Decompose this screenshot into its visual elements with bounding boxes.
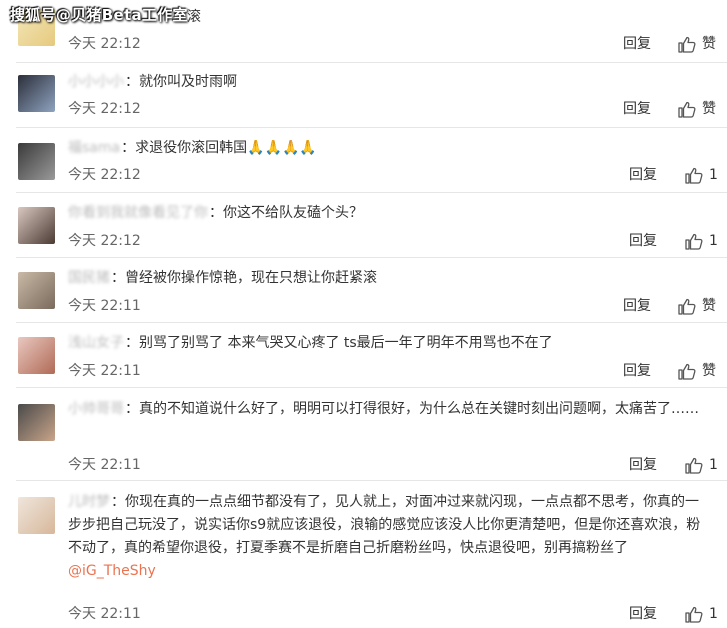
comment-time: 今天 22:11 bbox=[68, 606, 141, 622]
like-button[interactable]: 赞 bbox=[678, 99, 716, 119]
comment-body: ：你这不给队友磕个头？ bbox=[209, 205, 363, 221]
avatar[interactable] bbox=[18, 497, 55, 534]
comment-time: 今天 22:12 bbox=[68, 167, 141, 183]
avatar[interactable] bbox=[18, 272, 55, 309]
thumbs-up-icon bbox=[685, 233, 703, 250]
avatar[interactable] bbox=[18, 207, 55, 244]
like-button[interactable]: 1 bbox=[685, 231, 718, 251]
username-link[interactable]: 小帅哥哥 bbox=[68, 398, 124, 421]
comment-item: 小帅哥哥：真的不知道说什么好了，明明可以打得很好，为什么总在关键时刻出问题啊，太… bbox=[0, 388, 727, 478]
comment-text: 小帅哥哥：真的不知道说什么好了，明明可以打得很好，为什么总在关键时刻出问题啊，太… bbox=[68, 398, 707, 421]
comment-time: 今天 22:11 bbox=[68, 457, 141, 473]
comment-time: 今天 22:12 bbox=[68, 233, 141, 249]
comment-body: ：曾经被你操作惊艳，现在只想让你赶紧滚 bbox=[111, 270, 377, 286]
username-link[interactable]: 你看到我就像看见了你 bbox=[68, 202, 208, 225]
username-link[interactable]: 儿时梦 bbox=[68, 491, 110, 514]
reply-button[interactable]: 回复 bbox=[629, 604, 657, 624]
comment-text: 浅山女子：别骂了别骂了 本来气哭又心疼了 ts最后一年了明年不用骂也不在了 bbox=[68, 332, 707, 355]
username-link[interactable]: 浅山女子 bbox=[68, 332, 124, 355]
avatar[interactable] bbox=[18, 143, 55, 180]
comment-body: ：就你叫及时雨啊 bbox=[125, 74, 237, 90]
thumbs-up-icon bbox=[685, 457, 703, 474]
like-count: 1 bbox=[709, 233, 718, 249]
thumbs-up-icon bbox=[678, 101, 696, 118]
thumbs-up-icon bbox=[678, 363, 696, 380]
comment-time: 今天 22:12 bbox=[68, 101, 141, 117]
reply-button[interactable]: 回复 bbox=[623, 34, 651, 54]
reply-button[interactable]: 回复 bbox=[629, 165, 657, 185]
comment-body: ：别骂了别骂了 本来气哭又心疼了 ts最后一年了明年不用骂也不在了 bbox=[125, 335, 553, 351]
like-button[interactable]: 赞 bbox=[678, 296, 716, 316]
like-button[interactable]: 1 bbox=[685, 165, 718, 185]
avatar[interactable] bbox=[18, 337, 55, 374]
reply-button[interactable]: 回复 bbox=[629, 231, 657, 251]
avatar[interactable] bbox=[18, 404, 55, 441]
comment-body: ：你现在真的一点点细节都没有了，见人就上，对面冲过来就闪现，一点点都不思考，你真… bbox=[68, 494, 701, 556]
comment-time: 今天 22:11 bbox=[68, 363, 141, 379]
like-count: 1 bbox=[709, 457, 718, 473]
username-link[interactable]: 国民猪 bbox=[68, 267, 110, 290]
comment-text: 儿时梦：你现在真的一点点细节都没有了，见人就上，对面冲过来就闪现，一点点都不思考… bbox=[68, 491, 707, 583]
comment-text: 国民猪：曾经被你操作惊艳，现在只想让你赶紧滚 bbox=[68, 267, 707, 290]
comment-body: ：求退役你滚回韩国🙏🙏🙏🙏 bbox=[121, 140, 317, 156]
thumbs-up-icon bbox=[678, 36, 696, 53]
comment-item: 浅山女子：别骂了别骂了 本来气哭又心疼了 ts最后一年了明年不用骂也不在了 今天… bbox=[0, 323, 727, 387]
comment-time: 今天 22:11 bbox=[68, 298, 141, 314]
like-button[interactable]: 赞 bbox=[678, 361, 716, 381]
comment-time: 今天 22:12 bbox=[68, 36, 141, 52]
like-label: 赞 bbox=[702, 363, 716, 379]
like-button[interactable]: 1 bbox=[685, 455, 718, 475]
comment-text: 小小小小：就你叫及时雨啊 bbox=[68, 71, 707, 94]
like-count: 1 bbox=[709, 606, 718, 622]
mention-link[interactable]: @iG_TheShy bbox=[68, 563, 156, 579]
thumbs-up-icon bbox=[685, 606, 703, 623]
reply-button[interactable]: 回复 bbox=[623, 296, 651, 316]
like-button[interactable]: 赞 bbox=[678, 34, 716, 54]
comment-text: 你看到我就像看见了你：你这不给队友磕个头？ bbox=[68, 202, 707, 225]
like-count: 1 bbox=[709, 167, 718, 183]
like-label: 赞 bbox=[702, 36, 716, 52]
thumbs-up-icon bbox=[685, 167, 703, 184]
username-link[interactable]: 福sama bbox=[68, 137, 120, 160]
comment-item: 福sama：求退役你滚回韩国🙏🙏🙏🙏 今天 22:12 回复 1 bbox=[0, 128, 727, 192]
comment-item: 儿时梦：你现在真的一点点细节都没有了，见人就上，对面冲过来就闪现，一点点都不思考… bbox=[0, 481, 727, 628]
reply-button[interactable]: 回复 bbox=[623, 99, 651, 119]
comment-text: 福sama：求退役你滚回韩国🙏🙏🙏🙏 bbox=[68, 137, 707, 160]
avatar[interactable] bbox=[18, 75, 55, 112]
comment-body: ：真的不知道说什么好了，明明可以打得很好，为什么总在关键时刻出问题啊，太痛苦了…… bbox=[125, 401, 699, 417]
thumbs-up-icon bbox=[678, 298, 696, 315]
comment-item: 你看到我就像看见了你：你这不给队友磕个头？ 今天 22:12 回复 1 bbox=[0, 193, 727, 257]
username-link[interactable]: 小小小小 bbox=[68, 71, 124, 94]
reply-button[interactable]: 回复 bbox=[629, 455, 657, 475]
watermark-text: 搜狐号@贝猪Beta工作室 bbox=[10, 6, 188, 24]
like-label: 赞 bbox=[702, 101, 716, 117]
reply-button[interactable]: 回复 bbox=[623, 361, 651, 381]
comment-item: 小小小小：就你叫及时雨啊 今天 22:12 回复 赞 bbox=[0, 63, 727, 127]
comment-item: 国民猪：曾经被你操作惊艳，现在只想让你赶紧滚 今天 22:11 回复 赞 bbox=[0, 258, 727, 322]
like-button[interactable]: 1 bbox=[685, 604, 718, 624]
like-label: 赞 bbox=[702, 298, 716, 314]
